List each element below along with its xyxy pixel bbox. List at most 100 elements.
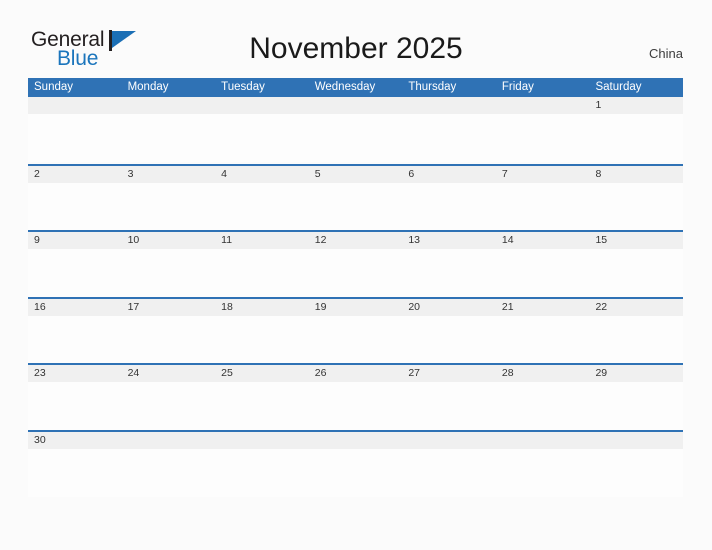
day-number[interactable]: 26 (309, 365, 403, 382)
day-cell[interactable] (402, 382, 496, 430)
calendar-page: General Blue November 2025 China Sunday … (0, 0, 712, 550)
event-area-band (28, 249, 683, 297)
weekday-sunday: Sunday (34, 81, 74, 93)
day-number[interactable]: 30 (28, 432, 122, 449)
day-number[interactable]: 5 (309, 166, 403, 183)
day-number[interactable]: 3 (122, 166, 216, 183)
day-number[interactable]: 10 (122, 232, 216, 249)
country-label: China (649, 46, 683, 61)
day-cell[interactable] (589, 249, 683, 297)
day-number[interactable] (402, 432, 496, 449)
day-number[interactable] (215, 432, 309, 449)
day-number[interactable]: 12 (309, 232, 403, 249)
day-number[interactable] (122, 97, 216, 114)
week-row: 2 3 4 5 6 7 8 (28, 163, 683, 231)
day-number[interactable]: 25 (215, 365, 309, 382)
date-number-band: 16 17 18 19 20 21 22 (28, 298, 683, 316)
day-cell[interactable] (496, 114, 590, 162)
day-number[interactable]: 20 (402, 299, 496, 316)
day-number[interactable]: 22 (589, 299, 683, 316)
day-number[interactable]: 7 (496, 166, 590, 183)
day-number[interactable]: 29 (589, 365, 683, 382)
week-row: 1 (28, 97, 683, 164)
day-number[interactable]: 24 (122, 365, 216, 382)
day-cell[interactable] (309, 249, 403, 297)
day-cell[interactable] (496, 382, 590, 430)
day-cell[interactable] (402, 249, 496, 297)
day-cell[interactable] (215, 183, 309, 231)
day-cell[interactable] (28, 449, 122, 497)
day-cell[interactable] (589, 183, 683, 231)
day-number[interactable]: 27 (402, 365, 496, 382)
day-cell[interactable] (28, 382, 122, 430)
event-area-band (28, 315, 683, 364)
day-number[interactable] (309, 432, 403, 449)
day-cell[interactable] (122, 382, 216, 430)
day-cell[interactable] (309, 316, 403, 364)
day-number[interactable] (589, 432, 683, 449)
day-cell[interactable] (589, 316, 683, 364)
day-number[interactable]: 1 (589, 97, 683, 114)
day-number[interactable]: 9 (28, 232, 122, 249)
date-number-band: 2 3 4 5 6 7 8 (28, 165, 683, 183)
week-row: 23 24 25 26 27 28 29 (28, 363, 683, 430)
day-number[interactable]: 28 (496, 365, 590, 382)
day-cell[interactable] (402, 449, 496, 497)
day-cell[interactable] (28, 249, 122, 297)
day-number[interactable]: 2 (28, 166, 122, 183)
weekday-thursday: Thursday (408, 81, 457, 93)
day-cell[interactable] (496, 316, 590, 364)
day-number[interactable]: 17 (122, 299, 216, 316)
day-number[interactable]: 11 (215, 232, 309, 249)
day-cell[interactable] (496, 249, 590, 297)
day-cell[interactable] (28, 183, 122, 231)
day-number[interactable] (28, 97, 122, 114)
day-number[interactable]: 19 (309, 299, 403, 316)
day-number[interactable] (122, 432, 216, 449)
day-cell[interactable] (402, 316, 496, 364)
day-number[interactable]: 13 (402, 232, 496, 249)
event-area-band (28, 114, 683, 162)
day-cell[interactable] (589, 449, 683, 497)
day-cell[interactable] (496, 183, 590, 231)
weekday-header-row: Sunday Monday Tuesday Wednesday Thursday… (28, 78, 683, 97)
day-cell[interactable] (309, 449, 403, 497)
day-number[interactable] (496, 432, 590, 449)
day-cell[interactable] (28, 316, 122, 364)
day-cell[interactable] (28, 114, 122, 162)
day-cell[interactable] (496, 449, 590, 497)
day-number[interactable]: 14 (496, 232, 590, 249)
day-cell[interactable] (122, 183, 216, 231)
day-number[interactable] (215, 97, 309, 114)
day-cell[interactable] (309, 183, 403, 231)
day-cell[interactable] (122, 449, 216, 497)
week-row: 16 17 18 19 20 21 22 (28, 296, 683, 364)
day-number[interactable]: 4 (215, 166, 309, 183)
day-cell[interactable] (589, 382, 683, 430)
day-number[interactable]: 15 (589, 232, 683, 249)
day-number[interactable] (309, 97, 403, 114)
day-cell[interactable] (122, 249, 216, 297)
day-number[interactable]: 8 (589, 166, 683, 183)
day-number[interactable]: 18 (215, 299, 309, 316)
day-cell[interactable] (309, 382, 403, 430)
day-number[interactable]: 16 (28, 299, 122, 316)
day-number[interactable]: 6 (402, 166, 496, 183)
day-cell[interactable] (402, 183, 496, 231)
day-number[interactable] (496, 97, 590, 114)
day-cell[interactable] (215, 114, 309, 162)
day-cell[interactable] (215, 249, 309, 297)
date-number-band: 30 (28, 431, 683, 449)
day-number[interactable]: 21 (496, 299, 590, 316)
day-number[interactable]: 23 (28, 365, 122, 382)
day-cell[interactable] (122, 316, 216, 364)
day-number[interactable] (402, 97, 496, 114)
day-cell[interactable] (402, 114, 496, 162)
day-cell[interactable] (215, 449, 309, 497)
day-cell[interactable] (589, 114, 683, 162)
day-cell[interactable] (215, 316, 309, 364)
day-cell[interactable] (122, 114, 216, 162)
day-cell[interactable] (215, 382, 309, 430)
event-area-band (28, 448, 683, 497)
day-cell[interactable] (309, 114, 403, 162)
